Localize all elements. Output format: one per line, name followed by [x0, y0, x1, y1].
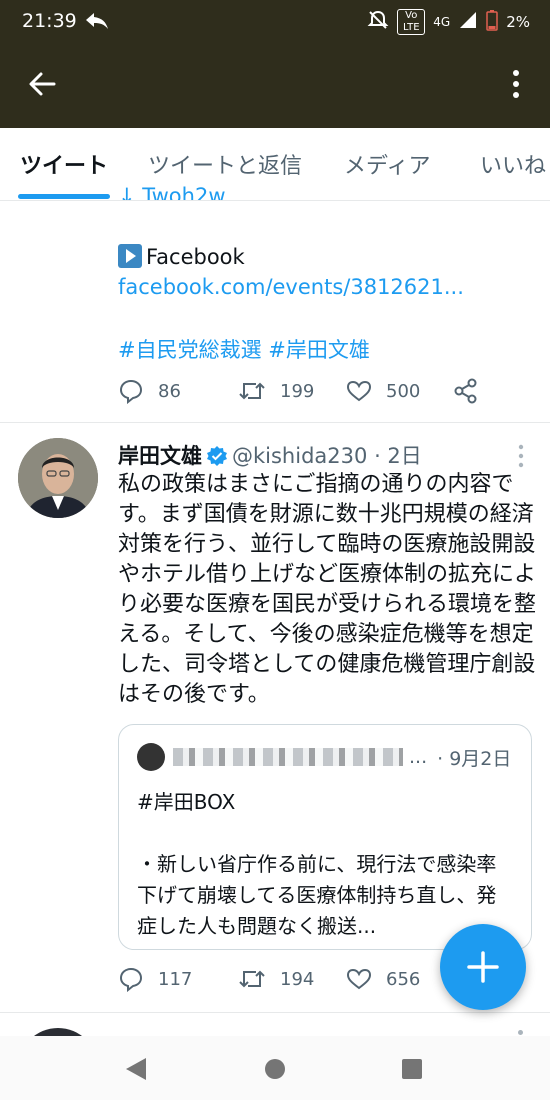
system-nav-bar — [0, 1036, 550, 1100]
app-bar — [0, 44, 550, 128]
hashtag-link[interactable]: #自民党総裁選 — [118, 338, 262, 362]
next-tweet-peek — [0, 1012, 550, 1036]
status-bar: 21:39 Vo LTE 4G 2% — [0, 0, 550, 44]
compose-tweet-button[interactable] — [440, 924, 526, 1010]
nav-home-icon[interactable] — [264, 1058, 286, 1084]
verified-badge-icon — [206, 445, 228, 472]
tweet-menu-icon — [518, 1030, 523, 1035]
tab-media[interactable]: メディア — [344, 148, 430, 180]
heart-icon — [346, 380, 372, 402]
author-handle[interactable]: @kishida230 — [232, 444, 367, 468]
nav-recents-icon[interactable] — [401, 1058, 423, 1084]
share-icon — [454, 378, 477, 404]
like-count: 500 — [386, 380, 421, 402]
active-tab-indicator — [18, 194, 110, 199]
author-name[interactable]: 岸田文雄 — [118, 444, 202, 468]
reply-count: 86 — [158, 380, 181, 402]
retweet-icon — [239, 970, 265, 988]
hashtags: #自民党総裁選 #岸田文雄 — [118, 334, 370, 364]
retweet-button[interactable]: 194 — [238, 966, 346, 992]
quoted-line: #岸田BOX — [137, 790, 236, 814]
reply-icon — [119, 967, 143, 992]
avatar — [18, 1028, 98, 1036]
more-options-icon[interactable] — [512, 68, 520, 104]
signal-icon — [458, 10, 478, 34]
notification-reply-icon — [84, 9, 110, 37]
network-label: 4G — [433, 15, 451, 29]
redacted-name — [173, 748, 403, 766]
quoted-body: #岸田BOX ・新しい省庁作る前に、現行法で感染率下げて崩壊してる医療体制持ち直… — [137, 787, 515, 942]
tweet-body: 私の政策はまさにご指摘の通りの内容です。まず国債を財源に数十兆円規模の経済対策を… — [118, 472, 537, 707]
tweet2-header: 岸田文雄 @kishida230 · 2日 — [118, 440, 422, 472]
hashtag-link[interactable]: #岸田文雄 — [268, 338, 370, 362]
reply-icon — [119, 379, 143, 404]
tweet-time: · 2日 — [374, 444, 422, 468]
tab-tweets-and-replies[interactable]: ツイートと返信 — [148, 148, 302, 180]
avatar[interactable] — [18, 438, 98, 518]
like-button[interactable]: 656 — [346, 967, 454, 991]
tab-tweets[interactable]: ツイート — [20, 148, 108, 180]
share-button[interactable] — [454, 378, 478, 404]
like-button[interactable]: 500 — [346, 379, 454, 403]
reply-count: 117 — [158, 968, 193, 990]
cut-off-link[interactable]: ↓ Twoh2w... — [118, 186, 248, 200]
tweet2-actions: 117 194 656 — [118, 966, 454, 992]
tweet-divider — [0, 422, 550, 423]
quoted-time: · 9月2日 — [437, 747, 512, 770]
volte-icon: Vo LTE — [397, 9, 426, 35]
facebook-label: Facebook — [146, 245, 245, 269]
reply-button[interactable]: 117 — [118, 966, 238, 992]
quoted-tweet-header: ... · 9月2日 — [137, 743, 511, 771]
quoted-tweet[interactable]: ... · 9月2日 #岸田BOX ・新しい省庁作る前に、現行法で感染率下げて崩… — [118, 724, 532, 950]
play-button-icon — [118, 244, 142, 268]
plus-icon — [467, 951, 499, 983]
tweet1-actions: 86 199 500 — [118, 378, 478, 404]
quoted-line: ・新しい省庁作る前に、現行法で感染率下げて崩壊してる医療体制持ち直し、発症した人… — [137, 852, 497, 938]
status-time: 21:39 — [22, 10, 77, 32]
quoted-avatar — [137, 743, 165, 771]
status-icons: Vo LTE 4G 2% — [367, 9, 530, 35]
reply-button[interactable]: 86 — [118, 378, 238, 404]
battery-icon — [486, 9, 498, 35]
like-count: 656 — [386, 968, 421, 990]
mute-icon — [367, 9, 389, 35]
facebook-line: Facebook facebook.com/events/3812621... — [118, 242, 538, 302]
retweet-count: 194 — [280, 968, 315, 990]
retweet-icon — [239, 382, 265, 400]
retweet-count: 199 — [280, 380, 315, 402]
battery-percent: 2% — [506, 13, 530, 31]
tweet-menu-icon[interactable] — [518, 444, 524, 472]
back-arrow-icon[interactable] — [26, 68, 58, 104]
retweet-button[interactable]: 199 — [238, 378, 346, 404]
profile-tabs: ツイート ツイートと返信 メディア いいね — [0, 128, 550, 201]
quoted-ellipsis: ... — [409, 746, 428, 768]
heart-icon — [346, 968, 372, 990]
facebook-link[interactable]: facebook.com/events/3812621... — [118, 275, 464, 299]
tab-likes[interactable]: いいね — [480, 148, 546, 180]
nav-back-icon[interactable] — [124, 1056, 148, 1086]
